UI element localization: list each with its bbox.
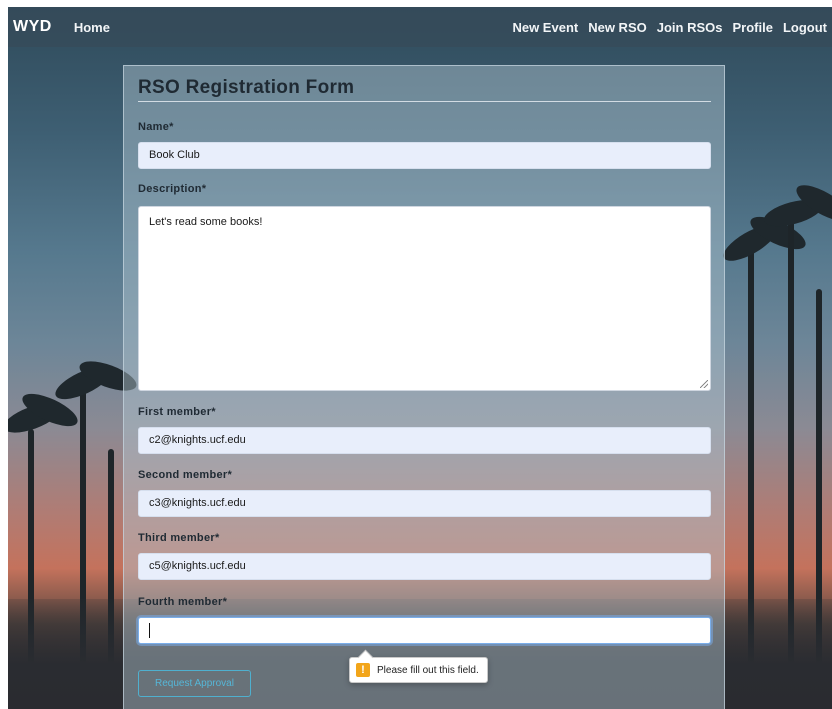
nav-new-event-link[interactable]: New Event: [512, 20, 578, 35]
text-caret: [149, 623, 150, 638]
fourth-member-label: Fourth member*: [138, 596, 228, 608]
resize-handle-icon[interactable]: [700, 380, 708, 388]
second-member-label: Second member*: [138, 469, 233, 481]
nav-home-link[interactable]: Home: [74, 20, 110, 35]
nav-new-rso-link[interactable]: New RSO: [588, 20, 647, 35]
brand-logo[interactable]: WYD: [8, 18, 52, 36]
background-photo: WYD Home New Event New RSO Join RSOs Pro…: [8, 7, 832, 709]
description-text: Let's read some books!: [149, 216, 263, 228]
name-input[interactable]: Book Club: [138, 142, 711, 169]
description-label: Description*: [138, 183, 207, 195]
description-textarea[interactable]: Let's read some books!: [138, 206, 711, 391]
name-label: Name*: [138, 121, 174, 133]
top-navbar: WYD Home New Event New RSO Join RSOs Pro…: [8, 7, 832, 47]
form-title: RSO Registration Form: [138, 77, 355, 98]
first-member-input[interactable]: c2@knights.ucf.edu: [138, 427, 711, 454]
request-approval-button[interactable]: Request Approval: [138, 670, 251, 697]
warning-icon: !: [356, 663, 370, 677]
nav-logout-link[interactable]: Logout: [783, 20, 827, 35]
rso-registration-form: RSO Registration Form Name* Book Club De…: [123, 65, 725, 709]
nav-join-rsos-link[interactable]: Join RSOs: [657, 20, 723, 35]
third-member-input[interactable]: c5@knights.ucf.edu: [138, 553, 711, 580]
validation-tooltip: ! Please fill out this field.: [349, 657, 488, 683]
title-divider: [138, 101, 711, 102]
fourth-member-input[interactable]: [138, 617, 711, 644]
third-member-label: Third member*: [138, 532, 220, 544]
nav-right-links: New Event New RSO Join RSOs Profile Logo…: [512, 20, 832, 35]
first-member-label: First member*: [138, 406, 216, 418]
validation-message: Please fill out this field.: [377, 664, 479, 676]
second-member-input[interactable]: c3@knights.ucf.edu: [138, 490, 711, 517]
nav-profile-link[interactable]: Profile: [732, 20, 772, 35]
